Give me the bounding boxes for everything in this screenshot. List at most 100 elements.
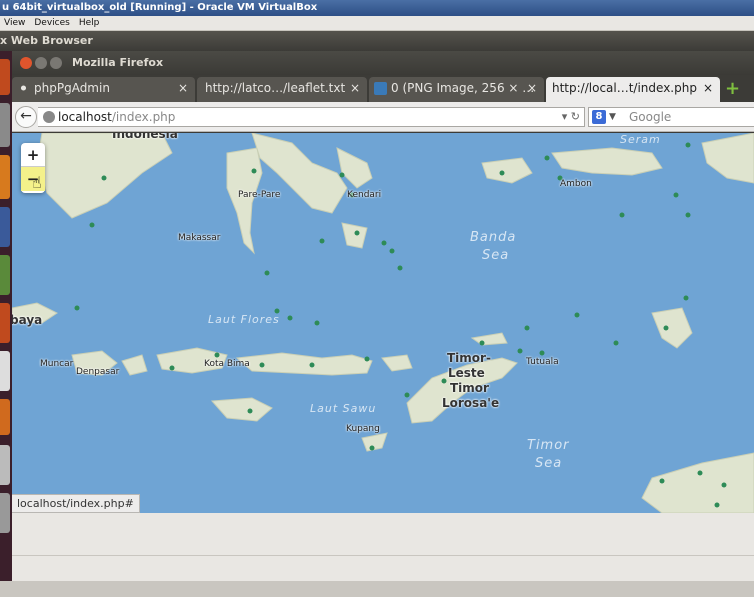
map-marker[interactable] — [685, 142, 691, 148]
map-label: Laut Sawu — [310, 402, 377, 415]
map-label: Kota Bima — [204, 359, 250, 369]
map-marker[interactable] — [539, 350, 545, 356]
map-marker[interactable] — [339, 172, 345, 178]
map-marker[interactable] — [369, 445, 375, 451]
tab-index-php[interactable]: http://local…t/index.php × — [546, 77, 720, 102]
divider — [12, 555, 754, 556]
menu-devices[interactable]: Devices — [30, 16, 74, 30]
map-markers — [74, 142, 727, 508]
launcher-item[interactable] — [0, 103, 10, 147]
map-marker[interactable] — [397, 265, 403, 271]
map-marker[interactable] — [381, 240, 387, 246]
land-tanimbar — [651, 307, 693, 349]
close-icon[interactable]: × — [527, 77, 537, 100]
map-label: Sea — [535, 456, 563, 471]
map-label: Seram — [620, 133, 661, 146]
new-tab-button[interactable]: + — [725, 78, 740, 100]
tab-leaflet-txt[interactable]: http://latco…/leaflet.txt × — [197, 77, 367, 102]
map-marker[interactable] — [697, 470, 703, 476]
map-marker[interactable] — [441, 378, 447, 384]
close-icon[interactable]: × — [703, 77, 713, 100]
map-label: Kupang — [346, 424, 380, 434]
map-marker[interactable] — [663, 325, 669, 331]
map-marker[interactable] — [287, 315, 293, 321]
map-marker[interactable] — [247, 408, 253, 414]
menu-view[interactable]: View — [0, 16, 30, 30]
map-marker[interactable] — [404, 392, 410, 398]
map-marker[interactable] — [685, 212, 691, 218]
map-marker[interactable] — [721, 482, 727, 488]
zoom-in-button[interactable]: + — [21, 143, 45, 167]
virtualbox-status-bar — [0, 581, 754, 597]
launcher-item[interactable] — [0, 351, 10, 391]
land-sulawesi-sw — [226, 147, 263, 255]
window-maximize-button[interactable] — [50, 57, 62, 69]
tab-phppgadmin[interactable]: ⚫ phpPgAdmin × — [12, 77, 195, 102]
ubuntu-top-panel: x Web Browser — [0, 31, 754, 51]
map-marker[interactable] — [517, 348, 523, 354]
map-marker[interactable] — [314, 320, 320, 326]
map-marker[interactable] — [574, 312, 580, 318]
map-marker[interactable] — [659, 478, 665, 484]
map-marker[interactable] — [714, 502, 720, 508]
map-marker[interactable] — [169, 365, 175, 371]
search-placeholder: Google — [629, 110, 672, 124]
map-marker[interactable] — [364, 356, 370, 362]
land-flores — [235, 352, 373, 376]
url-bar[interactable]: localhost/index.php ▾ ↻ — [38, 107, 585, 127]
launcher-item[interactable] — [0, 207, 10, 247]
map-marker[interactable] — [683, 295, 689, 301]
map-marker[interactable] — [251, 168, 257, 174]
search-input[interactable]: 8 ▼ Google — [588, 107, 754, 127]
land-sumba — [210, 397, 273, 422]
map-marker[interactable] — [259, 362, 265, 368]
map-label: Muncar — [40, 359, 74, 369]
ubuntu-launcher — [0, 51, 12, 581]
close-icon[interactable]: × — [178, 77, 188, 100]
status-bar: localhost/index.php# — [12, 494, 140, 513]
land-buton — [341, 222, 368, 249]
map-marker[interactable] — [619, 212, 625, 218]
map-marker[interactable] — [214, 352, 220, 358]
virtualbox-menu-bar: View Devices Help — [0, 16, 754, 31]
leaflet-map[interactable]: Indonesia Pare-Pare Kendari Makassar Amb… — [12, 133, 754, 513]
browser-blank-area — [12, 513, 754, 581]
land-lombok — [121, 354, 148, 376]
launcher-item[interactable] — [0, 255, 10, 295]
map-label: Laut Flores — [208, 313, 280, 326]
map-marker[interactable] — [354, 230, 360, 236]
hand-cursor-icon: ☝ — [32, 173, 42, 192]
map-marker[interactable] — [479, 340, 485, 346]
map-marker[interactable] — [499, 170, 505, 176]
map-label: Timor- — [447, 351, 491, 365]
window-minimize-button[interactable] — [35, 57, 47, 69]
chevron-down-icon[interactable]: ▼ — [609, 108, 616, 126]
tab-png-image[interactable]: 0 (PNG Image, 256 × … × — [369, 77, 544, 102]
close-icon[interactable]: × — [350, 77, 360, 100]
virtualbox-title-bar: u 64bit_virtualbox_old [Running] - Oracl… — [0, 0, 754, 16]
map-marker[interactable] — [74, 305, 80, 311]
menu-help[interactable]: Help — [75, 16, 105, 30]
map-marker[interactable] — [264, 270, 270, 276]
map-marker[interactable] — [319, 238, 325, 244]
map-marker[interactable] — [309, 362, 315, 368]
tab-label: http://latco…/leaflet.txt — [205, 81, 346, 95]
map-marker[interactable] — [101, 175, 107, 181]
launcher-item[interactable] — [0, 445, 10, 485]
back-button[interactable]: ← — [15, 106, 37, 128]
launcher-item[interactable] — [0, 59, 10, 95]
launcher-item[interactable] — [0, 493, 10, 533]
launcher-item[interactable] — [0, 303, 10, 343]
map-marker[interactable] — [613, 340, 619, 346]
launcher-item[interactable] — [0, 399, 10, 435]
launcher-item[interactable] — [0, 155, 10, 199]
tab-label: phpPgAdmin — [34, 81, 110, 95]
map-marker[interactable] — [673, 192, 679, 198]
map-marker[interactable] — [389, 248, 395, 254]
reload-icon[interactable]: ▾ ↻ — [562, 108, 580, 126]
land-borneo — [36, 133, 173, 219]
map-marker[interactable] — [544, 155, 550, 161]
window-close-button[interactable] — [20, 57, 32, 69]
map-marker[interactable] — [524, 325, 530, 331]
map-marker[interactable] — [89, 222, 95, 228]
